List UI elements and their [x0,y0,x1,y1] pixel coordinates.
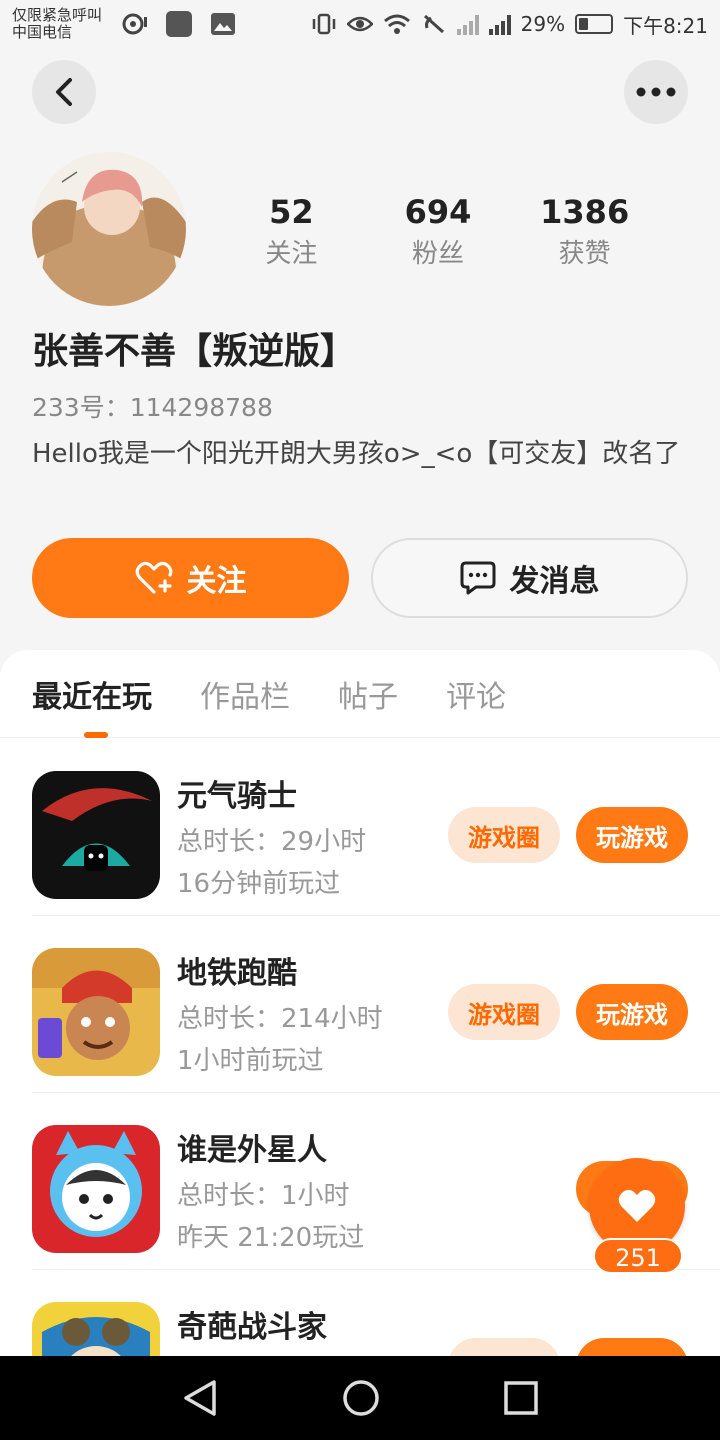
battery-percent: 29% [520,12,566,36]
battery-icon [575,14,614,34]
tab-comments[interactable]: 评论 [446,672,506,716]
app-notification-icon [166,11,193,37]
follow-label: 关注 [186,564,247,599]
following-label: 关注 [265,239,318,269]
more-options-button[interactable] [624,60,688,124]
nav-back-icon[interactable] [182,1379,218,1417]
game-row[interactable]: 地铁跑酷 总时长：214小时 1小时前玩过 游戏圈 玩游戏 [32,916,720,1093]
chat-bubble-icon [460,561,495,595]
nav-recents-icon[interactable] [504,1381,538,1415]
signal-icon-1 [456,13,479,35]
tab-works[interactable]: 作品栏 [200,672,290,716]
game-name: 谁是外星人 [177,1133,327,1168]
status-bar: 仅限紧急呼叫 中国电信 29% 下午8:21 [0,0,720,48]
chevron-left-icon [56,78,72,106]
wifi-icon [383,14,410,34]
eye-icon [346,16,373,32]
carrier-line1: 仅限紧急呼叫 [12,6,103,24]
game-icon-soul-knight[interactable] [32,771,160,899]
active-tab-indicator [84,732,108,738]
game-last-played: 1小时前玩过 [177,1046,324,1076]
tab-recent[interactable]: 最近在玩 [32,672,152,716]
bio: Hello我是一个阳光开朗大男孩o>_<o【可交友】改名了 [32,439,681,469]
tab-bar: 最近在玩 作品栏 帖子 评论 [0,650,720,738]
game-name: 元气骑士 [177,779,297,814]
play-game-button[interactable]: 玩游戏 [576,807,688,863]
play-game-button[interactable]: 玩游戏 [576,984,688,1040]
game-icon-subway-surfers[interactable] [32,948,160,1076]
likes-stat[interactable]: 1386 获赞 [511,192,658,274]
game-duration: 总时长：214小时 [177,1004,383,1034]
game-name: 地铁跑酷 [177,956,297,991]
image-icon [211,13,236,35]
following-stat[interactable]: 52 关注 [218,192,365,274]
game-last-played: 16分钟前玩过 [177,869,341,899]
back-button[interactable] [32,60,96,124]
vibrate-icon [312,13,335,35]
message-label: 发消息 [509,564,600,599]
following-count: 52 [269,193,314,231]
likes-count: 1386 [540,193,630,231]
profile-stats: 52 关注 694 粉丝 1386 获赞 [218,192,658,274]
signal-icon-2 [488,13,511,35]
heart-plus-icon [135,561,172,594]
nickname: 张善不善【叛逆版】 [32,331,357,372]
user-id: 233号：114298788 [32,393,273,422]
game-circle-button[interactable]: 游戏圈 [448,807,560,863]
message-button[interactable]: 发消息 [371,538,688,618]
game-circle-button[interactable]: 游戏圈 [448,984,560,1040]
game-row[interactable]: 元气骑士 总时长：29小时 16分钟前玩过 游戏圈 玩游戏 [32,739,720,916]
nav-home-icon[interactable] [342,1379,380,1417]
game-last-played: 昨天 21:20玩过 [177,1223,365,1253]
likes-label: 获赞 [558,239,611,269]
fans-count: 694 [404,193,472,231]
follow-button[interactable]: 关注 [32,538,349,618]
clock: 下午8:21 [623,13,708,38]
game-name: 奇葩战斗家 [177,1310,327,1345]
more-dots-icon [636,87,676,97]
hotspot-icon [122,13,148,35]
carrier-info: 仅限紧急呼叫 中国电信 [12,7,102,41]
floating-like-button[interactable]: 251 [589,1158,687,1274]
fans-stat[interactable]: 694 粉丝 [365,192,512,274]
carrier-line2: 中国电信 [12,23,73,41]
fans-label: 粉丝 [412,239,465,269]
game-icon-who-is-alien[interactable] [32,1125,160,1253]
avatar[interactable] [32,152,186,306]
game-row[interactable]: 奇葩战斗家 游戏圈 玩游戏 [32,1270,720,1370]
game-duration: 总时长：29小时 [177,827,367,857]
tab-posts[interactable]: 帖子 [338,672,398,716]
game-duration: 总时长：1小时 [177,1181,350,1211]
call-disabled-icon [423,14,444,34]
system-nav-bar [0,1356,720,1440]
like-count: 251 [593,1238,683,1274]
heart-icon [618,1189,656,1222]
